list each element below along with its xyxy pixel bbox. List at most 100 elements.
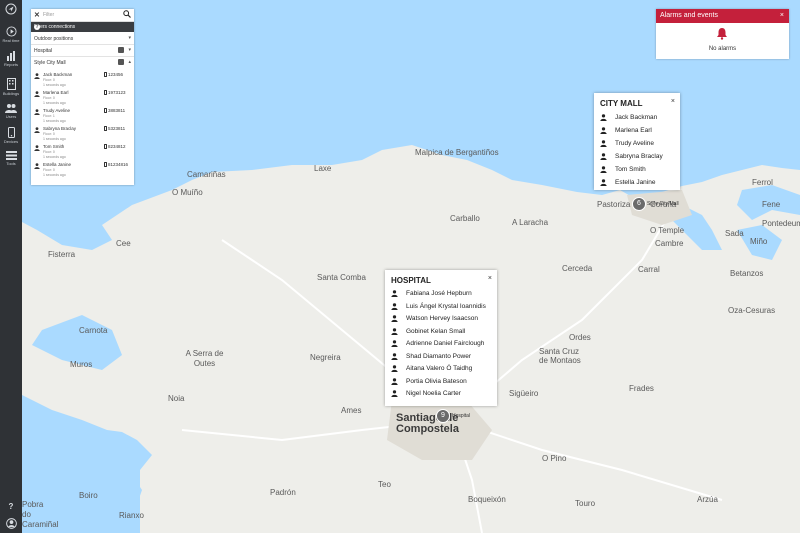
rail-item-tools[interactable]: Tools (0, 151, 22, 166)
hospital-cluster-marker[interactable]: 9 (436, 409, 450, 423)
user-row[interactable]: Sabryna Braclay Floor: 0 1 seconds ago 5… (31, 126, 134, 143)
bar-chart-icon (7, 51, 15, 61)
chevron-up-icon: ▴ (128, 59, 131, 65)
hospital-marker-label[interactable]: Hospital (452, 413, 470, 419)
rail-label-users: Users (5, 114, 17, 119)
mall-marker-label[interactable]: Style City Mall (647, 201, 679, 207)
place-camarinas: Camariñas (187, 170, 226, 179)
user-icon (391, 327, 398, 335)
user-phone: 3883811 (108, 108, 126, 113)
rail-label-buildings: Buildings (2, 91, 20, 96)
rail-label-tools: Tools (6, 161, 16, 166)
rail-item-users[interactable]: Users (0, 103, 22, 119)
place-pontedeume: Pontedeume (762, 219, 800, 228)
close-icon[interactable]: × (671, 98, 675, 105)
place-alaracha: A Laracha (512, 218, 549, 227)
hospital-popup: HOSPITAL × Fabiana José Hepburn Luis Áng… (385, 270, 497, 406)
place-teo: Teo (378, 480, 391, 489)
place-otemple: O Temple (650, 226, 685, 235)
popup-person-name: Fabiana José Hepburn (406, 290, 472, 297)
user-icon (600, 166, 607, 173)
popup-person-name: Watson Hervey Isaacson (406, 315, 479, 322)
map-base[interactable] (22, 0, 800, 533)
place-pastoriza: Pastoriza (597, 200, 631, 209)
search-icon[interactable] (123, 10, 131, 18)
place-cambre: Cambre (655, 239, 684, 248)
close-icon[interactable]: × (488, 275, 492, 282)
left-nav-rail: Real time Reports Buildings Users Device… (0, 0, 22, 533)
rail-label-reports: Reports (3, 62, 18, 67)
section-mall[interactable]: Style City Mall ▴ (31, 57, 134, 68)
user-icon (391, 365, 398, 372)
user-last-seen: 1 seconds ago (43, 83, 66, 87)
alarms-header: Alarms and events × (656, 9, 789, 23)
filter-bar[interactable]: ✕ Filter (31, 9, 134, 22)
mall-cluster-marker[interactable]: 6 (632, 197, 646, 211)
popup-title: CITY MALL (600, 99, 643, 108)
place-carral: Carral (638, 265, 660, 274)
help-button[interactable]: ? (0, 502, 22, 511)
building-report-icon[interactable] (118, 47, 124, 53)
phone-icon (104, 162, 107, 167)
phone-icon (104, 126, 107, 131)
filter-input[interactable]: Filter (43, 12, 54, 18)
user-floor: Floor: 0 (43, 78, 55, 82)
popup-person-name: Tom Smith (615, 166, 646, 173)
close-icon[interactable]: × (780, 9, 784, 23)
clear-filter-icon[interactable]: ✕ (34, 11, 40, 19)
place-muros: Muros (70, 360, 93, 369)
user-row[interactable]: Trudy Aveline Floor: 1 1 seconds ago 388… (31, 108, 134, 125)
section-hospital-label: Hospital (34, 48, 53, 54)
place-boqueixon: Boqueixón (468, 495, 506, 504)
rail-item-reports[interactable]: Reports (0, 51, 22, 67)
play-icon (5, 26, 17, 37)
user-row[interactable]: Estella Janine Floor: 0 1 seconds ago 81… (31, 162, 134, 179)
popup-person-name: Aitana Valero Ó Taidhg (406, 365, 473, 372)
place-laxe: Laxe (314, 164, 332, 173)
place-padron: Padrón (270, 488, 296, 497)
user-row[interactable]: Jack Backman Floor: 0 1 seconds ago 1234… (31, 72, 134, 89)
account-button[interactable] (0, 518, 22, 529)
place-carnota: Carnota (79, 326, 108, 335)
rail-item-realtime[interactable]: Real time (0, 26, 22, 43)
user-icon (391, 302, 398, 310)
popup-person-name: Nigel Noelia Carter (406, 390, 461, 397)
place-fene: Fene (762, 200, 781, 209)
user-name: Trudy Aveline (43, 108, 71, 113)
user-icon (600, 140, 607, 147)
rail-item-buildings[interactable]: Buildings (0, 78, 22, 96)
popup-person-name: Shad Diamanto Power (406, 352, 472, 360)
user-row[interactable]: Marlena Earl Floor: 0 1 seconds ago 1973… (31, 90, 134, 107)
rail-item-devices[interactable]: Devices (0, 127, 22, 144)
user-icon (34, 109, 40, 115)
user-floor: Floor: 0 (43, 168, 55, 172)
phone-icon (104, 108, 107, 113)
place-carballo: Carballo (450, 214, 480, 223)
alarms-panel: Alarms and events × No alarms (656, 9, 789, 59)
popup-person-name: Jack Backman (615, 114, 658, 121)
alarms-title: Alarms and events (660, 12, 718, 19)
rail-item-navigation[interactable] (0, 3, 22, 15)
help-icon[interactable]: ? (34, 24, 40, 30)
place-cerceda: Cerceda (562, 264, 593, 273)
user-icon (34, 163, 40, 169)
building-report-icon[interactable] (118, 59, 124, 65)
section-hospital[interactable]: Hospital ▾ (31, 45, 134, 57)
user-name: Jack Backman (43, 72, 73, 77)
user-icon (391, 390, 398, 397)
phone-icon (104, 90, 107, 95)
place-malpica: Malpica de Bergantiños (415, 148, 499, 157)
place-santacomba: Santa Comba (317, 273, 366, 282)
map-canvas[interactable]: Malpica de Bergantiños Camariñas Laxe O … (22, 0, 800, 533)
section-outdoor[interactable]: Outdoor positions ▾ (31, 33, 134, 45)
place-cee: Cee (116, 239, 131, 248)
place-ferrol: Ferrol (752, 178, 773, 187)
user-floor: Floor: 1 (43, 114, 55, 118)
phone-icon (7, 127, 15, 138)
user-icon (600, 153, 607, 160)
user-row[interactable]: Tom Smith Floor: 0 1 seconds ago 8234812 (31, 144, 134, 161)
chevron-down-icon: ▾ (128, 47, 131, 53)
user-phone: 5323811 (108, 126, 126, 131)
user-icon (391, 290, 398, 297)
user-icon (391, 340, 398, 347)
